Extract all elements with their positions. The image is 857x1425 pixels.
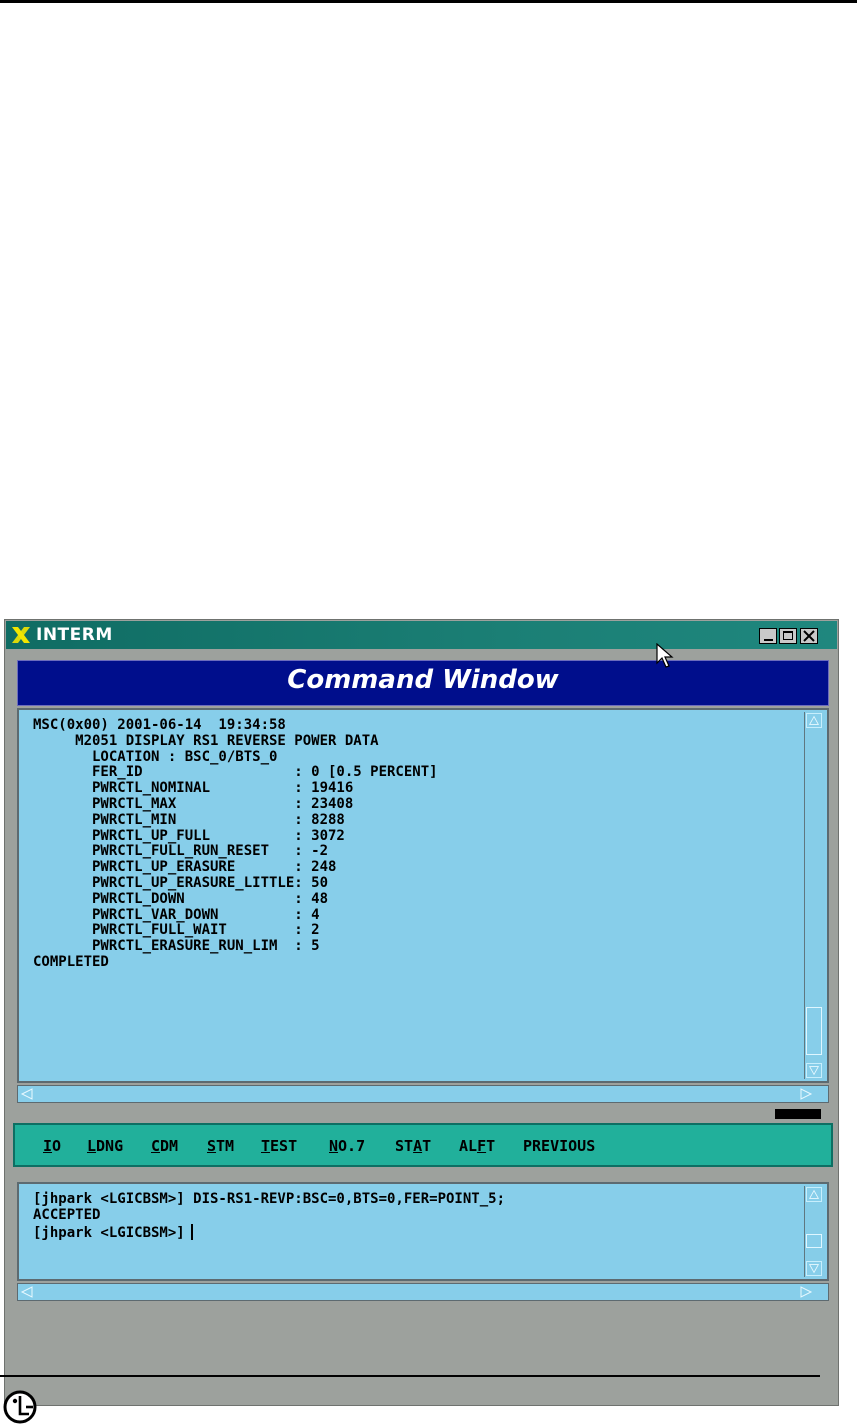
scroll-left-arrow-icon[interactable] [19, 1285, 35, 1299]
output-line: PWRCTL_UP_ERASURE_LITTLE: 50 [33, 874, 329, 891]
menu-item-cdm[interactable]: CDM [151, 1137, 178, 1155]
output-line: PWRCTL_FULL_RUN_RESET : -2 [33, 843, 329, 860]
output-line: PWRCTL_UP_ERASURE : 248 [33, 859, 337, 876]
title-bar[interactable]: INTERM [6, 621, 837, 649]
output-line: PWRCTL_NOMINAL : 19416 [33, 780, 354, 797]
input-text[interactable]: [jhpark <LGICBSM>] DIS-RS1-REVP:BSC=0,BT… [33, 1191, 797, 1242]
menu-item-no7[interactable]: NO.7 [329, 1137, 365, 1155]
scroll-right-arrow-icon[interactable] [798, 1087, 814, 1101]
output-panel[interactable]: MSC(0x00) 2001-06-14 19:34:58 M2051 DISP… [17, 708, 829, 1083]
output-horizontal-scrollbar[interactable] [17, 1085, 829, 1103]
menu-item-previous[interactable]: PREVIOUS [523, 1137, 595, 1155]
pane-sash[interactable] [775, 1109, 821, 1119]
output-vertical-scrollbar[interactable] [804, 712, 825, 1079]
menu-item-ldng[interactable]: LDNG [87, 1137, 123, 1155]
scroll-up-arrow-icon[interactable] [806, 713, 822, 728]
maximize-button[interactable] [779, 628, 797, 644]
input-horizontal-scrollbar[interactable] [17, 1283, 829, 1301]
close-icon [803, 630, 815, 642]
page-bottom-rule [0, 1375, 820, 1377]
minimize-icon [764, 639, 773, 641]
input-panel[interactable]: [jhpark <LGICBSM>] DIS-RS1-REVP:BSC=0,BT… [17, 1182, 829, 1281]
output-line: PWRCTL_UP_FULL : 3072 [33, 827, 345, 844]
maximize-icon [783, 631, 793, 640]
scroll-down-arrow-icon[interactable] [806, 1261, 822, 1276]
output-line: PWRCTL_MAX : 23408 [33, 795, 354, 812]
interm-window: INTERM Command Window MSC(0x00) 2001-06-… [4, 619, 839, 1406]
command-window-header: Command Window [17, 660, 829, 706]
scroll-left-arrow-icon[interactable] [19, 1087, 35, 1101]
menu-item-test[interactable]: TEST [261, 1137, 297, 1155]
input-line: [jhpark <LGICBSM>] [33, 1223, 797, 1242]
window-title: INTERM [36, 625, 113, 645]
output-line: COMPLETED [33, 953, 109, 970]
lg-logo [3, 1390, 37, 1424]
output-line: LOCATION : BSC_0/BTS_0 [33, 748, 278, 765]
output-line: PWRCTL_FULL_WAIT : 2 [33, 922, 320, 939]
output-line: FER_ID : 0 [0.5 PERCENT] [33, 764, 438, 781]
text-cursor-icon [190, 1223, 193, 1240]
output-line: PWRCTL_ERASURE_RUN_LIM : 5 [33, 938, 320, 955]
output-scroll-thumb[interactable] [806, 1007, 822, 1055]
input-line: [jhpark <LGICBSM>] DIS-RS1-REVP:BSC=0,BT… [33, 1191, 506, 1207]
mouse-cursor-icon [656, 643, 674, 668]
close-button[interactable] [800, 628, 818, 644]
input-vertical-scrollbar[interactable] [804, 1186, 825, 1277]
scroll-down-arrow-icon[interactable] [806, 1063, 822, 1078]
input-scroll-thumb[interactable] [806, 1234, 822, 1248]
scroll-up-arrow-icon[interactable] [806, 1187, 822, 1202]
menu-item-stm[interactable]: STM [207, 1137, 234, 1155]
output-line: PWRCTL_DOWN : 48 [33, 890, 329, 907]
command-window-title: Command Window [287, 665, 559, 695]
output-line: M2051 DISPLAY RS1 REVERSE POWER DATA [33, 732, 379, 749]
output-line: PWRCTL_MIN : 8288 [33, 811, 345, 828]
output-line: PWRCTL_VAR_DOWN : 4 [33, 906, 320, 923]
menu-item-alft[interactable]: ALFT [459, 1137, 495, 1155]
minimize-button[interactable] [759, 628, 777, 644]
menu-item-io[interactable]: IO [43, 1137, 61, 1155]
input-line: ACCEPTED [33, 1206, 101, 1223]
menu-item-stat[interactable]: STAT [395, 1137, 431, 1155]
x-logo-icon [12, 627, 30, 643]
command-menu-bar: IO LDNG CDM STM TEST NO.7 STAT ALFT PREVIOUS [13, 1123, 833, 1167]
output-line: MSC(0x00) 2001-06-14 19:34:58 [33, 717, 286, 733]
page-top-rule [0, 0, 857, 3]
output-text: MSC(0x00) 2001-06-14 19:34:58 M2051 DISP… [33, 717, 797, 971]
scroll-right-arrow-icon[interactable] [798, 1285, 814, 1299]
